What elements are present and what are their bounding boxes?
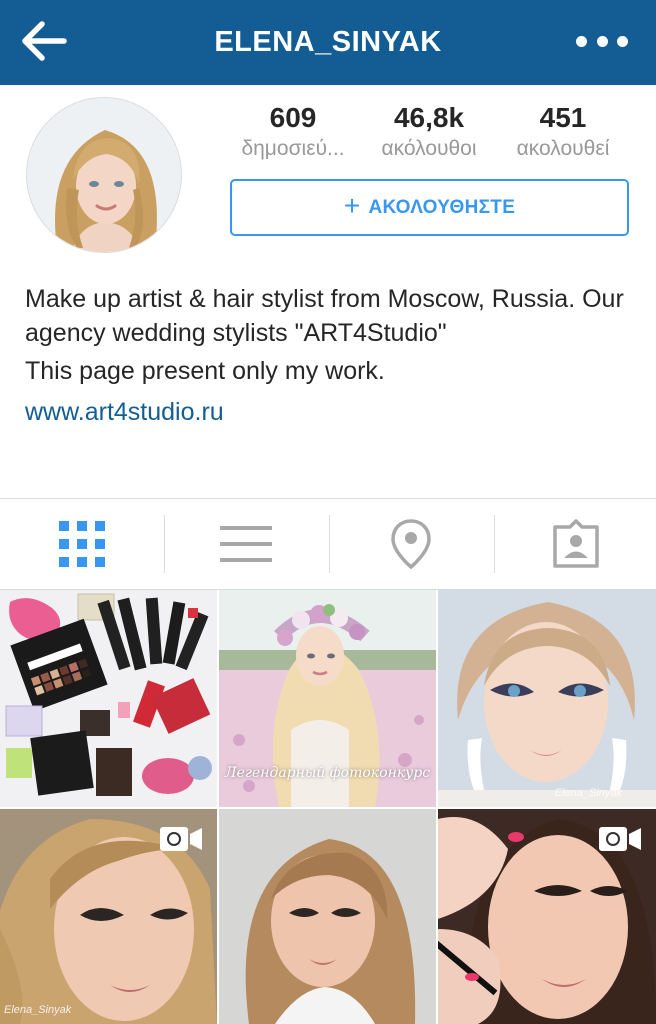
follow-button-label: ΑΚΟΛΟΥΘΗΣΤΕ: [368, 196, 516, 218]
stat-posts-label: δημοσιεύ...: [241, 137, 345, 160]
top-bar: ELENA_SINYAK: [0, 0, 656, 85]
profile-tabs: [0, 498, 656, 590]
tab-tagged[interactable]: [494, 499, 656, 589]
post-thumbnail[interactable]: Elena_Sinyak: [438, 590, 656, 807]
grid-icon: [59, 521, 105, 567]
profile-bio: Make up artist & hair stylist from Mosco…: [25, 282, 635, 429]
post-watermark: Elena_Sinyak: [554, 787, 622, 799]
bio-text-2: This page present only my work.: [25, 357, 385, 385]
plus-icon: +: [343, 190, 361, 221]
location-pin-icon: [391, 519, 431, 570]
post-thumbnail[interactable]: [219, 809, 436, 1024]
post-image: [219, 809, 436, 1024]
post-thumbnail[interactable]: Elena_Sinyak: [0, 809, 217, 1024]
tagged-user-icon: [553, 519, 599, 568]
stat-followers-label: ακόλουθοι: [381, 137, 477, 160]
post-caption-overlay: Легендарный фотоконкурс: [224, 765, 431, 781]
profile-avatar[interactable]: [26, 97, 182, 253]
post-thumbnail[interactable]: Легендарный фотоконкурс: [219, 590, 436, 807]
post-thumbnail[interactable]: [0, 590, 217, 807]
stat-followers[interactable]: 46,8k ακόλουθοι: [364, 100, 494, 162]
post-image: [438, 590, 656, 807]
follow-button[interactable]: + ΑΚΟΛΟΥΘΗΣΤΕ: [230, 179, 629, 236]
stat-following-value: 451: [539, 102, 587, 133]
stat-posts-value: 609: [269, 102, 317, 133]
tab-location[interactable]: [329, 499, 493, 589]
post-thumbnail[interactable]: [438, 809, 656, 1024]
stat-followers-value: 46,8k: [393, 102, 465, 133]
video-camera-icon: [160, 827, 202, 851]
posts-grid: Легендарный фотоконкурс Elena_Sinyak Ele…: [0, 590, 656, 1024]
more-options-button[interactable]: [576, 30, 628, 52]
stat-following[interactable]: 451 ακολουθεί: [498, 100, 628, 162]
bio-website-link[interactable]: www.art4studio.ru: [25, 395, 635, 429]
tab-grid[interactable]: [0, 499, 164, 589]
page-title: ELENA_SINYAK: [214, 26, 442, 58]
tab-list[interactable]: [164, 499, 328, 589]
stat-posts[interactable]: 609 δημοσιεύ...: [228, 100, 358, 162]
list-icon: [220, 526, 272, 562]
stat-following-label: ακολουθεί: [516, 137, 610, 160]
avatar-image: [27, 98, 181, 252]
bio-text: Make up artist & hair stylist from Mosco…: [25, 285, 624, 347]
video-camera-icon: [599, 827, 641, 851]
post-watermark: Elena_Sinyak: [4, 1004, 72, 1016]
more-horizontal-icon: [576, 35, 587, 47]
profile-stats: 609 δημοσιεύ... 46,8k ακόλουθοι 451 ακολ…: [228, 100, 628, 162]
post-image: [0, 590, 217, 807]
